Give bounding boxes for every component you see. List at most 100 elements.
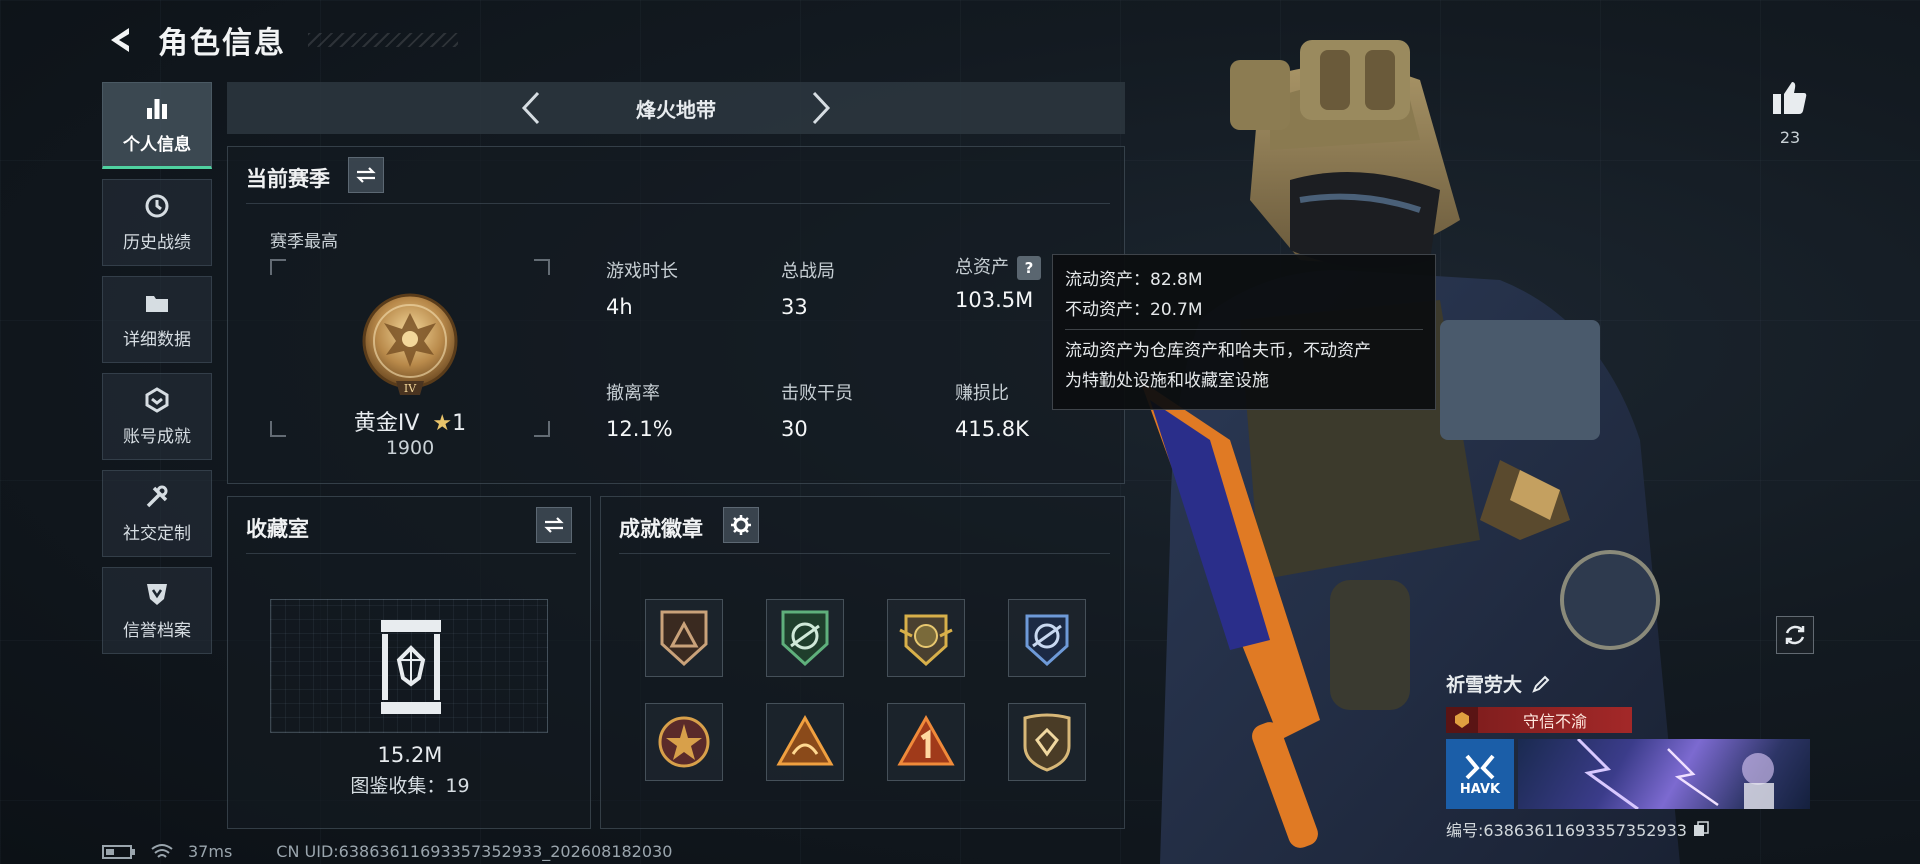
uid-text: CN UID:63863611693357352933_202608182030	[276, 842, 673, 861]
sidebar-item-label: 账号成就	[123, 427, 191, 447]
blue-wing-badge-icon	[1025, 614, 1069, 667]
achievement-badge[interactable]	[1008, 599, 1086, 677]
achievement-badge[interactable]	[645, 703, 723, 781]
orange-triangle-badge-icon	[776, 714, 834, 766]
help-button[interactable]: ?	[1017, 256, 1041, 280]
rank-tier: 黄金IV	[353, 411, 420, 436]
divider	[619, 553, 1110, 554]
number-one-badge-icon	[897, 714, 955, 766]
collection-room-panel: 收藏室 15.2M 图鉴收集：19	[227, 496, 591, 829]
rank-display: IV 黄金IV ★1 1900	[270, 259, 550, 459]
battery-icon	[102, 844, 135, 859]
folder-icon	[143, 289, 171, 317]
display-case-icon	[381, 620, 441, 714]
frame-corner	[270, 259, 286, 275]
banner-artwork	[1518, 739, 1810, 809]
team-logo-text: HAVK	[1459, 781, 1501, 797]
current-season-panel: 当前赛季 赛季最高 IV 黄金IV ★1 1900 游戏时长 4h 总战局 33…	[227, 146, 1125, 484]
title-emblem-icon	[1446, 707, 1478, 733]
sidebar-item-label: 历史战绩	[123, 233, 191, 253]
achievement-badges-panel: 成就徽章	[600, 496, 1125, 829]
stat-value: 33	[781, 295, 808, 319]
sidebar-item-history[interactable]: 历史战绩	[102, 179, 212, 266]
achievement-badge[interactable]	[1008, 703, 1086, 781]
stat-operators-defeated: 击败干员 30	[781, 379, 853, 441]
stat-value: 30	[781, 417, 808, 441]
ping-value: 37ms	[188, 842, 233, 861]
triangle-shield-badge-icon	[660, 610, 708, 667]
badges-settings-button[interactable]	[723, 507, 759, 543]
refresh-icon	[1785, 625, 1805, 645]
collection-switch-button[interactable]	[536, 507, 572, 543]
collection-preview[interactable]	[270, 599, 548, 733]
gold-rank-emblem-icon: IV	[362, 293, 458, 395]
achievement-badge[interactable]	[887, 599, 965, 677]
svg-text:IV: IV	[404, 382, 417, 395]
stat-value: 12.1%	[606, 417, 673, 441]
green-wing-badge-icon	[781, 610, 829, 667]
sidebar-item-label: 信誉档案	[123, 621, 191, 641]
shield-icon	[143, 580, 171, 608]
bar-chart-icon	[143, 94, 171, 122]
back-button[interactable]	[100, 20, 140, 60]
edit-icon[interactable]	[1532, 675, 1550, 693]
mode-next-button[interactable]	[801, 82, 841, 134]
collection-title: 收藏室	[246, 517, 309, 541]
stat-profit-loss-ratio: 赚损比 415.8K	[955, 379, 1029, 441]
sidebar-item-achievements[interactable]: 账号成就	[102, 373, 212, 460]
frame-corner	[534, 259, 550, 275]
mode-name: 烽火地带	[636, 97, 716, 122]
season-switch-button[interactable]	[348, 157, 384, 193]
collection-count: 图鉴收集：19	[350, 775, 470, 797]
sidebar-item-detailed-data[interactable]: 详细数据	[102, 276, 212, 363]
havk-logo-icon	[1465, 754, 1495, 779]
sidebar-item-social-custom[interactable]: 社交定制	[102, 470, 212, 557]
refresh-button[interactable]	[1776, 616, 1814, 654]
swap-icon	[544, 517, 564, 533]
season-title: 当前赛季	[246, 167, 330, 191]
tooltip-divider	[1065, 329, 1423, 330]
rank-name: 黄金IV ★1	[270, 405, 550, 437]
sidebar-item-label: 社交定制	[123, 524, 191, 544]
mode-prev-button[interactable]	[511, 82, 551, 134]
chevron-right-icon	[812, 91, 831, 125]
stat-label: 游戏时长	[606, 261, 678, 282]
copy-icon[interactable]	[1693, 821, 1709, 837]
divider	[246, 553, 576, 554]
achievement-badge[interactable]	[887, 703, 965, 781]
lightning-artwork-icon	[1576, 739, 1774, 809]
stat-play-time: 游戏时长 4h	[606, 257, 678, 319]
achievement-badge[interactable]	[645, 599, 723, 677]
player-name-row: 祈雪劳大	[1446, 670, 1816, 697]
stat-extraction-rate: 撤离率 12.1%	[606, 379, 673, 441]
gold-crest-badge-icon	[899, 614, 953, 667]
player-id-row: 编号:63863611693357352933	[1446, 817, 1816, 841]
swap-icon	[356, 167, 376, 183]
player-card: 祈雪劳大 守信不渝 HAVK 编号:63863611693357352933	[1446, 670, 1816, 841]
sidebar-item-personal-info[interactable]: 个人信息	[102, 82, 212, 169]
achievement-badge[interactable]	[766, 703, 844, 781]
stat-label: 总战局	[781, 261, 835, 282]
tooltip-liquid-assets: 流动资产：82.8M	[1065, 270, 1203, 290]
tooltip-description-line2: 为特勤处设施和收藏室设施	[1065, 371, 1269, 391]
sidebar-item-credit-record[interactable]: 信誉档案	[102, 567, 212, 654]
collection-value: 15.2M	[377, 743, 443, 767]
sidebar: 个人信息 历史战绩 详细数据 账号成就 社交定制 信誉档案	[102, 82, 212, 654]
achievement-badge[interactable]	[766, 599, 844, 677]
badges-title: 成就徽章	[619, 517, 703, 541]
wifi-icon	[151, 843, 173, 858]
player-banner[interactable]: HAVK	[1446, 739, 1816, 809]
divider	[246, 203, 1110, 204]
stat-total-matches: 总战局 33	[781, 257, 835, 319]
player-title-badge[interactable]: 守信不渝	[1446, 707, 1632, 733]
rank-stars: 1	[452, 411, 467, 436]
history-icon	[143, 192, 171, 220]
mode-selector: 烽火地带	[227, 82, 1125, 134]
gem-shield-badge-icon	[1023, 713, 1071, 772]
like-count: 23	[1779, 128, 1801, 147]
back-arrow-icon	[111, 28, 129, 52]
stat-total-assets: 总资产? 103.5M	[955, 253, 1041, 312]
chevron-left-icon	[521, 91, 540, 125]
like-button[interactable]: 23	[1760, 78, 1820, 147]
season-subtitle: 赛季最高	[270, 232, 338, 252]
